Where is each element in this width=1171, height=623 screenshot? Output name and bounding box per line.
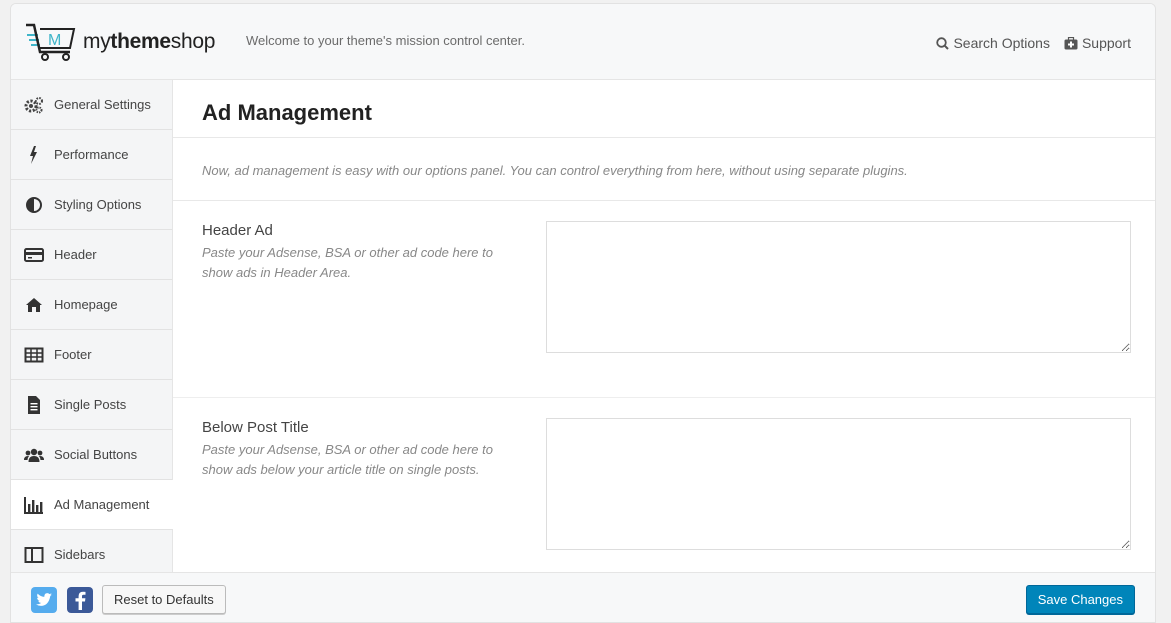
sidebar-item-single-posts[interactable]: Single Posts xyxy=(11,380,172,430)
sidebar-item-homepage[interactable]: Homepage xyxy=(11,280,172,330)
tagline: Welcome to your theme's mission control … xyxy=(246,33,525,48)
sidebar-item-label: Homepage xyxy=(54,297,118,312)
sidebar-item-label: Footer xyxy=(54,347,92,362)
page-description: Now, ad management is easy with our opti… xyxy=(173,138,1155,201)
svg-text:M: M xyxy=(48,32,61,49)
sidebar-item-label: Single Posts xyxy=(54,397,127,412)
main-content: Ad Management Now, ad management is easy… xyxy=(173,80,1155,572)
search-options-label: Search Options xyxy=(953,35,1050,51)
option-row-below-post-title: Below Post Title Paste your Adsense, BSA… xyxy=(173,398,1155,572)
sidebar-item-label: Social Buttons xyxy=(54,447,138,462)
sidebar-item-label: Ad Management xyxy=(54,497,150,512)
page-title: Ad Management xyxy=(202,100,372,125)
sidebar-item-header[interactable]: Header xyxy=(11,230,172,280)
columns-icon xyxy=(24,546,44,564)
medkit-icon xyxy=(1064,36,1078,49)
sidebar-item-label: Styling Options xyxy=(54,197,142,212)
sidebar-item-social-buttons[interactable]: Social Buttons xyxy=(11,430,172,480)
support-link[interactable]: Support xyxy=(1064,35,1131,51)
document-icon xyxy=(24,395,44,414)
bolt-icon xyxy=(24,145,44,164)
sidebar-item-general-settings[interactable]: General Settings xyxy=(11,80,172,130)
home-icon xyxy=(24,296,44,314)
options-panel: M mythemeshop Welcome to your theme's mi… xyxy=(10,3,1156,623)
sidebar: General Settings Performance Styling Opt… xyxy=(11,80,173,580)
sidebar-item-label: Header xyxy=(54,247,97,262)
option-label: Below Post Title Paste your Adsense, BSA… xyxy=(202,419,512,480)
option-label: Header Ad Paste your Adsense, BSA or oth… xyxy=(202,222,512,283)
search-options-link[interactable]: Search Options xyxy=(936,35,1050,51)
reset-to-defaults-button[interactable]: Reset to Defaults xyxy=(102,585,226,614)
top-links: Search Options Support xyxy=(936,35,1131,51)
header-ad-textarea[interactable] xyxy=(546,221,1131,353)
top-bar: M mythemeshop Welcome to your theme's mi… xyxy=(11,4,1155,80)
sidebar-item-label: Performance xyxy=(54,147,129,162)
sidebar-item-label: Sidebars xyxy=(54,547,106,562)
sidebar-item-label: General Settings xyxy=(54,97,151,112)
footer-bar: Reset to Defaults Save Changes xyxy=(11,572,1155,622)
option-row-header-ad: Header Ad Paste your Adsense, BSA or oth… xyxy=(173,201,1155,398)
credit-card-icon xyxy=(24,246,44,264)
below-post-title-textarea[interactable] xyxy=(546,418,1131,550)
sidebar-item-performance[interactable]: Performance xyxy=(11,130,172,180)
logo[interactable]: M mythemeshop xyxy=(25,22,215,62)
sidebar-item-footer[interactable]: Footer xyxy=(11,330,172,380)
bar-chart-icon xyxy=(24,496,44,514)
save-changes-button[interactable]: Save Changes xyxy=(1025,585,1135,614)
users-icon xyxy=(24,446,44,464)
option-help-text: Paste your Adsense, BSA or other ad code… xyxy=(202,442,493,477)
twitter-icon xyxy=(36,593,52,606)
cart-logo-icon: M xyxy=(26,23,76,61)
search-icon xyxy=(936,36,950,50)
option-title: Below Post Title xyxy=(202,419,309,436)
facebook-icon xyxy=(75,591,86,610)
option-title: Header Ad xyxy=(202,222,273,239)
table-icon xyxy=(24,346,44,364)
gears-icon xyxy=(24,96,44,114)
sidebar-item-ad-management[interactable]: Ad Management xyxy=(11,480,173,530)
option-help-text: Paste your Adsense, BSA or other ad code… xyxy=(202,245,493,280)
page-title-row: Ad Management xyxy=(173,80,1155,138)
sidebar-item-styling-options[interactable]: Styling Options xyxy=(11,180,172,230)
facebook-button[interactable] xyxy=(67,587,93,613)
support-label: Support xyxy=(1081,35,1131,51)
brand-name: mythemeshop xyxy=(83,30,216,53)
contrast-icon xyxy=(24,196,44,214)
twitter-button[interactable] xyxy=(31,587,57,613)
